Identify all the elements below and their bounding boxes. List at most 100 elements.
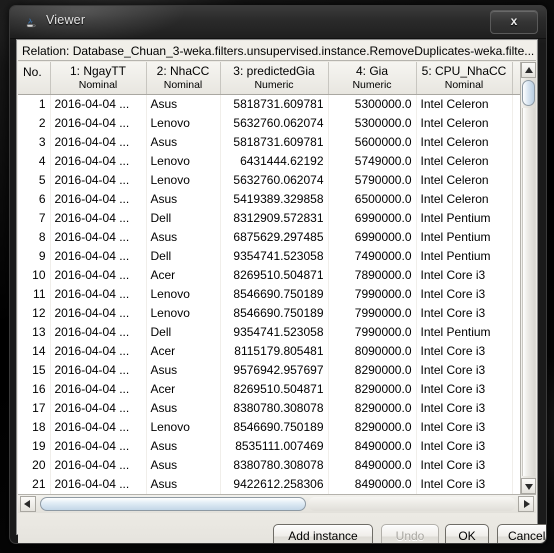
- cell-ngaytt[interactable]: 2016-04-04 ...: [50, 475, 147, 494]
- cell-cpu_nhacc[interactable]: Intel Core i3: [416, 342, 513, 361]
- cell-cpu[interactable]: 3.0: [512, 475, 520, 494]
- cell-ngaytt[interactable]: 2016-04-04 ...: [50, 380, 147, 399]
- cell-cpu[interactable]: 3.0: [512, 342, 520, 361]
- column-header-3[interactable]: 3: predictedGia Numeric: [220, 62, 329, 95]
- cell-ngaytt[interactable]: 2016-04-04 ...: [50, 342, 147, 361]
- cell-no[interactable]: 12: [18, 304, 51, 323]
- cell-nhacc[interactable]: Lenovo: [146, 418, 221, 437]
- cell-ngaytt[interactable]: 2016-04-04 ...: [50, 94, 147, 114]
- cell-no[interactable]: 13: [18, 323, 51, 342]
- cell-nhacc[interactable]: Asus: [146, 133, 221, 152]
- close-button[interactable]: x: [490, 10, 538, 34]
- cell-cpu_nhacc[interactable]: Intel Core i3: [416, 266, 513, 285]
- cell-predicted[interactable]: 5419389.329858: [220, 190, 329, 209]
- cell-cpu_nhacc[interactable]: Intel Celeron: [416, 114, 513, 133]
- cell-predicted[interactable]: 5818731.609781: [220, 94, 329, 114]
- cell-no[interactable]: 6: [18, 190, 51, 209]
- cell-gia[interactable]: 5300000.0: [328, 114, 417, 133]
- table-scroll-area[interactable]: No. 1: NgayTT Nominal 2: NhaCC Nominal 3: pre…: [18, 62, 520, 494]
- cell-predicted[interactable]: 9354741.523058: [220, 247, 329, 266]
- cell-gia[interactable]: 5600000.0: [328, 133, 417, 152]
- table-row[interactable]: 20 2016-04-04 ... Asus 8380780.308078 849000…: [18, 456, 520, 475]
- cell-gia[interactable]: 6990000.0: [328, 209, 417, 228]
- table-row[interactable]: 7 2016-04-04 ... Dell 8312909.572831 6990000…: [18, 209, 520, 228]
- cell-ngaytt[interactable]: 2016-04-04 ...: [50, 304, 147, 323]
- cell-ngaytt[interactable]: 2016-04-04 ...: [50, 152, 147, 171]
- cell-gia[interactable]: 7990000.0: [328, 285, 417, 304]
- cell-ngaytt[interactable]: 2016-04-04 ...: [50, 418, 147, 437]
- table-row[interactable]: 13 2016-04-04 ... Dell 9354741.523058 799000…: [18, 323, 520, 342]
- cell-nhacc[interactable]: Asus: [146, 361, 221, 380]
- cell-predicted[interactable]: 9422612.258306: [220, 475, 329, 494]
- cell-nhacc[interactable]: Lenovo: [146, 285, 221, 304]
- cell-gia[interactable]: 8290000.0: [328, 361, 417, 380]
- cell-cpu[interactable]: 2.0: [512, 247, 520, 266]
- cell-nhacc[interactable]: Dell: [146, 247, 221, 266]
- cell-nhacc[interactable]: Lenovo: [146, 114, 221, 133]
- cell-no[interactable]: 16: [18, 380, 51, 399]
- vertical-scrollbar-track[interactable]: [522, 108, 535, 476]
- cell-predicted[interactable]: 8312909.572831: [220, 209, 329, 228]
- cell-ngaytt[interactable]: 2016-04-04 ...: [50, 437, 147, 456]
- cell-cpu_nhacc[interactable]: Intel Core i3: [416, 285, 513, 304]
- cell-cpu[interactable]: 3.0: [512, 361, 520, 380]
- table-row[interactable]: 18 2016-04-04 ... Lenovo 8546690.750189 8290…: [18, 418, 520, 437]
- cell-ngaytt[interactable]: 2016-04-04 ...: [50, 323, 147, 342]
- cell-cpu_nhacc[interactable]: Intel Celeron: [416, 133, 513, 152]
- cell-cpu[interactable]: 3.0: [512, 304, 520, 323]
- ok-button[interactable]: OK: [445, 524, 489, 543]
- cell-nhacc[interactable]: Asus: [146, 437, 221, 456]
- cell-gia[interactable]: 8490000.0: [328, 437, 417, 456]
- vertical-scrollbar-thumb[interactable]: [522, 80, 535, 106]
- cell-gia[interactable]: 8290000.0: [328, 399, 417, 418]
- cell-ngaytt[interactable]: 2016-04-04 ...: [50, 133, 147, 152]
- cell-nhacc[interactable]: Asus: [146, 475, 221, 494]
- cell-predicted[interactable]: 8546690.750189: [220, 418, 329, 437]
- cell-cpu_nhacc[interactable]: Intel Core i3: [416, 380, 513, 399]
- column-header-6[interactable]: 6:CPU: [512, 62, 520, 95]
- cell-predicted[interactable]: 8269510.504871: [220, 380, 329, 399]
- cell-ngaytt[interactable]: 2016-04-04 ...: [50, 171, 147, 190]
- cell-no[interactable]: 14: [18, 342, 51, 361]
- cell-cpu[interactable]: 2.0: [512, 228, 520, 247]
- cancel-button[interactable]: Cancel: [497, 524, 546, 543]
- cell-no[interactable]: 11: [18, 285, 51, 304]
- cell-gia[interactable]: 7990000.0: [328, 323, 417, 342]
- cell-predicted[interactable]: 8546690.750189: [220, 285, 329, 304]
- cell-nhacc[interactable]: Asus: [146, 399, 221, 418]
- table-row[interactable]: 3 2016-04-04 ... Asus 5818731.609781 5600000…: [18, 133, 520, 152]
- cell-no[interactable]: 15: [18, 361, 51, 380]
- cell-gia[interactable]: 5300000.0: [328, 94, 417, 114]
- cell-no[interactable]: 2: [18, 114, 51, 133]
- cell-predicted[interactable]: 5818731.609781: [220, 133, 329, 152]
- cell-nhacc[interactable]: Asus: [146, 190, 221, 209]
- cell-no[interactable]: 20: [18, 456, 51, 475]
- column-header-4[interactable]: 4: Gia Numeric: [328, 62, 417, 95]
- cell-cpu_nhacc[interactable]: Intel Core i3: [416, 418, 513, 437]
- scroll-left-arrow-icon[interactable]: [20, 496, 36, 512]
- scroll-up-arrow-icon[interactable]: [521, 62, 536, 78]
- table-row[interactable]: 12 2016-04-04 ... Lenovo 8546690.750189 7990…: [18, 304, 520, 323]
- cell-ngaytt[interactable]: 2016-04-04 ...: [50, 266, 147, 285]
- cell-predicted[interactable]: 5632760.062074: [220, 114, 329, 133]
- cell-predicted[interactable]: 6431444.62192: [220, 152, 329, 171]
- cell-cpu[interactable]: 3.0: [512, 437, 520, 456]
- cell-nhacc[interactable]: Acer: [146, 380, 221, 399]
- cell-ngaytt[interactable]: 2016-04-04 ...: [50, 114, 147, 133]
- cell-predicted[interactable]: 8380780.308078: [220, 399, 329, 418]
- cell-gia[interactable]: 7990000.0: [328, 304, 417, 323]
- cell-gia[interactable]: 8290000.0: [328, 380, 417, 399]
- cell-predicted[interactable]: 8269510.504871: [220, 266, 329, 285]
- cell-predicted[interactable]: 8546690.750189: [220, 304, 329, 323]
- cell-cpu_nhacc[interactable]: Intel Celeron: [416, 152, 513, 171]
- cell-no[interactable]: 17: [18, 399, 51, 418]
- table-row[interactable]: 9 2016-04-04 ... Dell 9354741.523058 7490000…: [18, 247, 520, 266]
- cell-cpu_nhacc[interactable]: Intel Pentium: [416, 209, 513, 228]
- cell-cpu[interactable]: 1.0: [512, 114, 520, 133]
- cell-nhacc[interactable]: Dell: [146, 209, 221, 228]
- add-instance-button[interactable]: Add instance: [273, 524, 373, 543]
- cell-cpu_nhacc[interactable]: Intel Core i3: [416, 475, 513, 494]
- cell-gia[interactable]: 5749000.0: [328, 152, 417, 171]
- cell-ngaytt[interactable]: 2016-04-04 ...: [50, 190, 147, 209]
- cell-cpu[interactable]: 3.0: [512, 152, 520, 171]
